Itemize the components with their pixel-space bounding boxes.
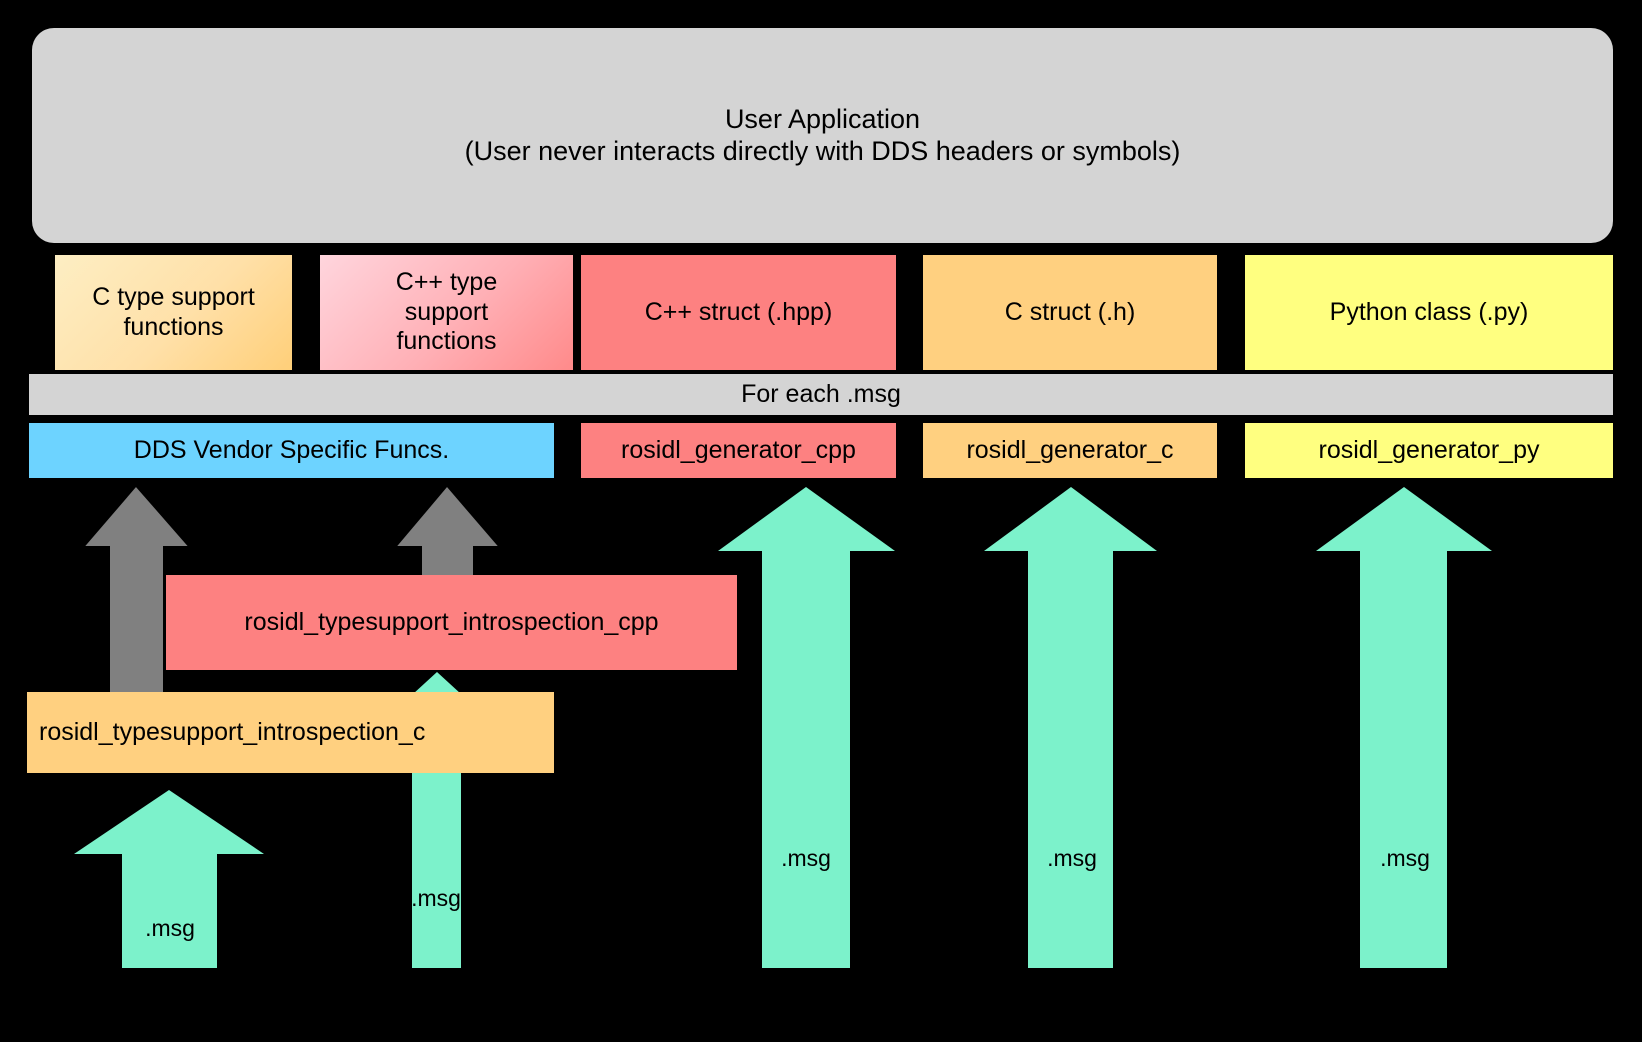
user-application-panel: User Application (User never interacts d… <box>32 28 1613 243</box>
rosidl-generator-py-box: rosidl_generator_py <box>1245 423 1613 478</box>
python-class-py-box: Python class (.py) <box>1245 255 1613 370</box>
diagram-canvas: .msg .msg .msg .msg .msg User Applicatio… <box>0 0 1642 1042</box>
green-arrow-msg-generator-cpp <box>718 487 895 968</box>
green-arrow-msg-generator-c <box>984 487 1157 968</box>
rosidl-generator-cpp-box: rosidl_generator_cpp <box>581 423 896 478</box>
msg-label-generator-py: .msg <box>1380 845 1430 871</box>
rosidl-typesupport-introspection-c-box: rosidl_typesupport_introspection_c <box>27 692 554 773</box>
c-struct-h-box: C struct (.h) <box>923 255 1217 370</box>
cpp-type-support-functions-box: C++ type support functions <box>320 255 573 370</box>
rosidl-typesupport-introspection-cpp-box: rosidl_typesupport_introspection_cpp <box>166 575 737 670</box>
msg-label-generator-cpp: .msg <box>781 845 831 871</box>
msg-label-generator-c: .msg <box>1047 845 1097 871</box>
rosidl-generator-c-box: rosidl_generator_c <box>923 423 1217 478</box>
cpp-struct-hpp-box: C++ struct (.hpp) <box>581 255 896 370</box>
c-type-support-functions-box: C type support functions <box>55 255 292 370</box>
green-arrow-msg-generator-py <box>1316 487 1492 968</box>
msg-label-introspection-cpp: .msg <box>411 885 461 911</box>
for-each-msg-band: For each .msg <box>29 374 1613 415</box>
dds-vendor-specific-funcs-box: DDS Vendor Specific Funcs. <box>29 423 554 478</box>
msg-label-introspection-c: .msg <box>145 915 195 941</box>
